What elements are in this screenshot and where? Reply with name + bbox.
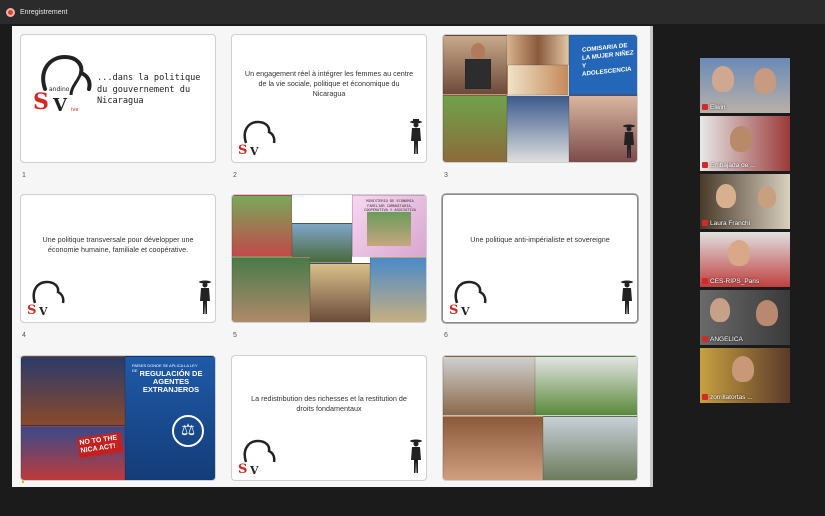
sandino-silhouette-icon [621, 279, 633, 315]
slide-thumbnail-6[interactable]: Une politique anti-impérialiste et sover… [442, 194, 638, 323]
slide-thumbnail-4[interactable]: Une politique transversale pour développ… [20, 194, 216, 323]
slide-number-5: 5 [233, 332, 237, 339]
photo-figure [465, 59, 491, 89]
svg-text:V: V [460, 305, 470, 317]
muted-mic-icon [702, 104, 708, 110]
slide-thumbnail-5[interactable]: MINISTERIO DE ECONOMIA FAMILIAR COMUNITA… [231, 194, 427, 323]
photo-conference [21, 356, 125, 426]
photo-protest: NO TO THE NICA ACT! [21, 426, 125, 480]
participant-tile-5[interactable]: ANGELICA [700, 290, 790, 345]
photo-bread [507, 35, 569, 65]
meeting-window: Enregistrement S V andino ive ...dans la… [0, 0, 825, 516]
svg-text:ive: ive [71, 107, 78, 113]
sandino-silhouette-icon [623, 123, 635, 159]
photo-ministry-panel: MINISTERIO DE ECONOMIA FAMILIAR COMUNITA… [352, 195, 426, 257]
comisaria-sign-text: COMISARIA DE LA MUJER NIÑEZ Y ADOLESCENC… [582, 42, 634, 78]
muted-mic-icon [702, 278, 708, 284]
slide-thumbnail-1[interactable]: S V andino ive ...dans la politique du g… [20, 34, 216, 163]
slide-8-text: La redistribution des richesses et la re… [251, 394, 407, 413]
svg-text:andino: andino [49, 86, 70, 93]
muted-mic-icon [702, 336, 708, 342]
participant-name: Laura Franchi [710, 220, 751, 227]
svg-text:S: S [449, 303, 458, 317]
participant-tile-2[interactable]: Embajada de ... [700, 116, 790, 171]
face [728, 240, 750, 266]
slide-6-text: Une politique anti-impérialiste et sover… [470, 235, 610, 244]
photo-women-field [232, 195, 292, 257]
slide-1-title: ...dans la politique du gouvernement du … [97, 73, 201, 106]
sandino-silhouette-icon [199, 279, 211, 315]
face [732, 356, 754, 382]
slide-number-6: 6 [444, 332, 448, 339]
slide-2-text: Un engagement réel à intégrer les femmes… [244, 69, 414, 98]
participant-tile-1[interactable]: Elwin [700, 58, 790, 113]
slide-thumbnail-7[interactable]: NO TO THE NICA ACT! PAÍSES DONDE SE APLI… [20, 355, 216, 481]
slide-number-4: 4 [22, 332, 26, 339]
slide-thumbnail-8[interactable]: La redistribution des richesses et la re… [231, 355, 427, 481]
participant-tile-6[interactable]: zorrillatortas ... [700, 348, 790, 403]
slide-thumbnail-9[interactable] [442, 355, 638, 481]
slide-number-1: 1 [22, 172, 26, 179]
sandino-vive-logo: SV [236, 117, 282, 158]
participant-name: Elwin [710, 104, 726, 111]
muted-mic-icon [702, 220, 708, 226]
face [730, 126, 752, 152]
slide-number-3: 3 [444, 172, 448, 179]
slide-4-text: Une politique transversale pour développ… [42, 235, 194, 254]
title-bar: Enregistrement [0, 0, 825, 24]
window-title: Enregistrement [20, 8, 68, 16]
svg-text:S: S [238, 143, 247, 157]
photo-market [507, 65, 569, 95]
photo-market-stalls [232, 257, 310, 322]
participant-name: zorrillatortas ... [710, 394, 753, 401]
face [471, 43, 485, 59]
svg-text:V: V [249, 145, 259, 157]
photo-cows [443, 95, 507, 162]
sandino-vive-logo: S V andino ive [31, 49, 101, 116]
scales-icon: ⚖ [172, 415, 204, 447]
photo-village [370, 257, 426, 322]
ministry-panel-text: MINISTERIO DE ECONOMIA FAMILIAR COMUNITA… [364, 199, 416, 212]
participant-tile-4[interactable]: CES-RIPS_Paris [700, 232, 790, 287]
face [756, 300, 778, 326]
svg-text:V: V [249, 464, 259, 476]
record-icon[interactable] [6, 7, 15, 17]
poster-foreign-agents-law: PAÍSES DONDE SE APLICA LA LEY DE REGULAC… [125, 356, 215, 480]
svg-text:S: S [33, 89, 49, 113]
sandino-silhouette-icon [410, 438, 422, 474]
svg-text:S: S [27, 303, 36, 317]
svg-text:V: V [52, 95, 68, 113]
photo-house [535, 356, 637, 416]
photo-comisaria-sign: COMISARIA DE LA MUJER NIÑEZ Y ADOLESCENC… [569, 35, 637, 95]
svg-text:S: S [238, 462, 247, 476]
photo-neighborhood [543, 416, 637, 480]
poster-title: REGULACIÓN DE AGENTES EXTRANJEROS [139, 369, 203, 394]
shared-screen-slide-sorter: S V andino ive ...dans la politique du g… [12, 26, 653, 487]
face [758, 186, 776, 208]
slide-thumbnail-3[interactable]: COMISARIA DE LA MUJER NIÑEZ Y ADOLESCENC… [442, 34, 638, 163]
photo-ministry-group [367, 212, 411, 246]
photo-classroom [310, 263, 370, 322]
photo-children [443, 416, 543, 480]
face [710, 298, 730, 322]
face [716, 184, 736, 208]
participant-tile-3[interactable]: Laura Franchi [700, 174, 790, 229]
sandino-vive-logo: SV [447, 277, 493, 318]
participant-name: ANGELICA [710, 336, 743, 343]
sandino-silhouette-icon [410, 119, 422, 155]
muted-mic-icon [702, 162, 708, 168]
muted-mic-icon [702, 394, 708, 400]
slide-thumbnail-2[interactable]: Un engagement réel à intégrer les femmes… [231, 34, 427, 163]
sandino-vive-logo: SV [25, 277, 71, 318]
participant-name: Embajada de ... [710, 162, 756, 169]
face [754, 68, 776, 94]
svg-text:V: V [38, 305, 48, 317]
photo-family [443, 356, 535, 416]
sandino-vive-logo: SV [236, 436, 282, 477]
participant-name: CES-RIPS_Paris [710, 278, 760, 285]
banner-text: NO TO THE NICA ACT! [76, 432, 124, 458]
slide-number-2: 2 [233, 172, 237, 179]
photo-officers [507, 95, 569, 162]
face [712, 66, 734, 92]
